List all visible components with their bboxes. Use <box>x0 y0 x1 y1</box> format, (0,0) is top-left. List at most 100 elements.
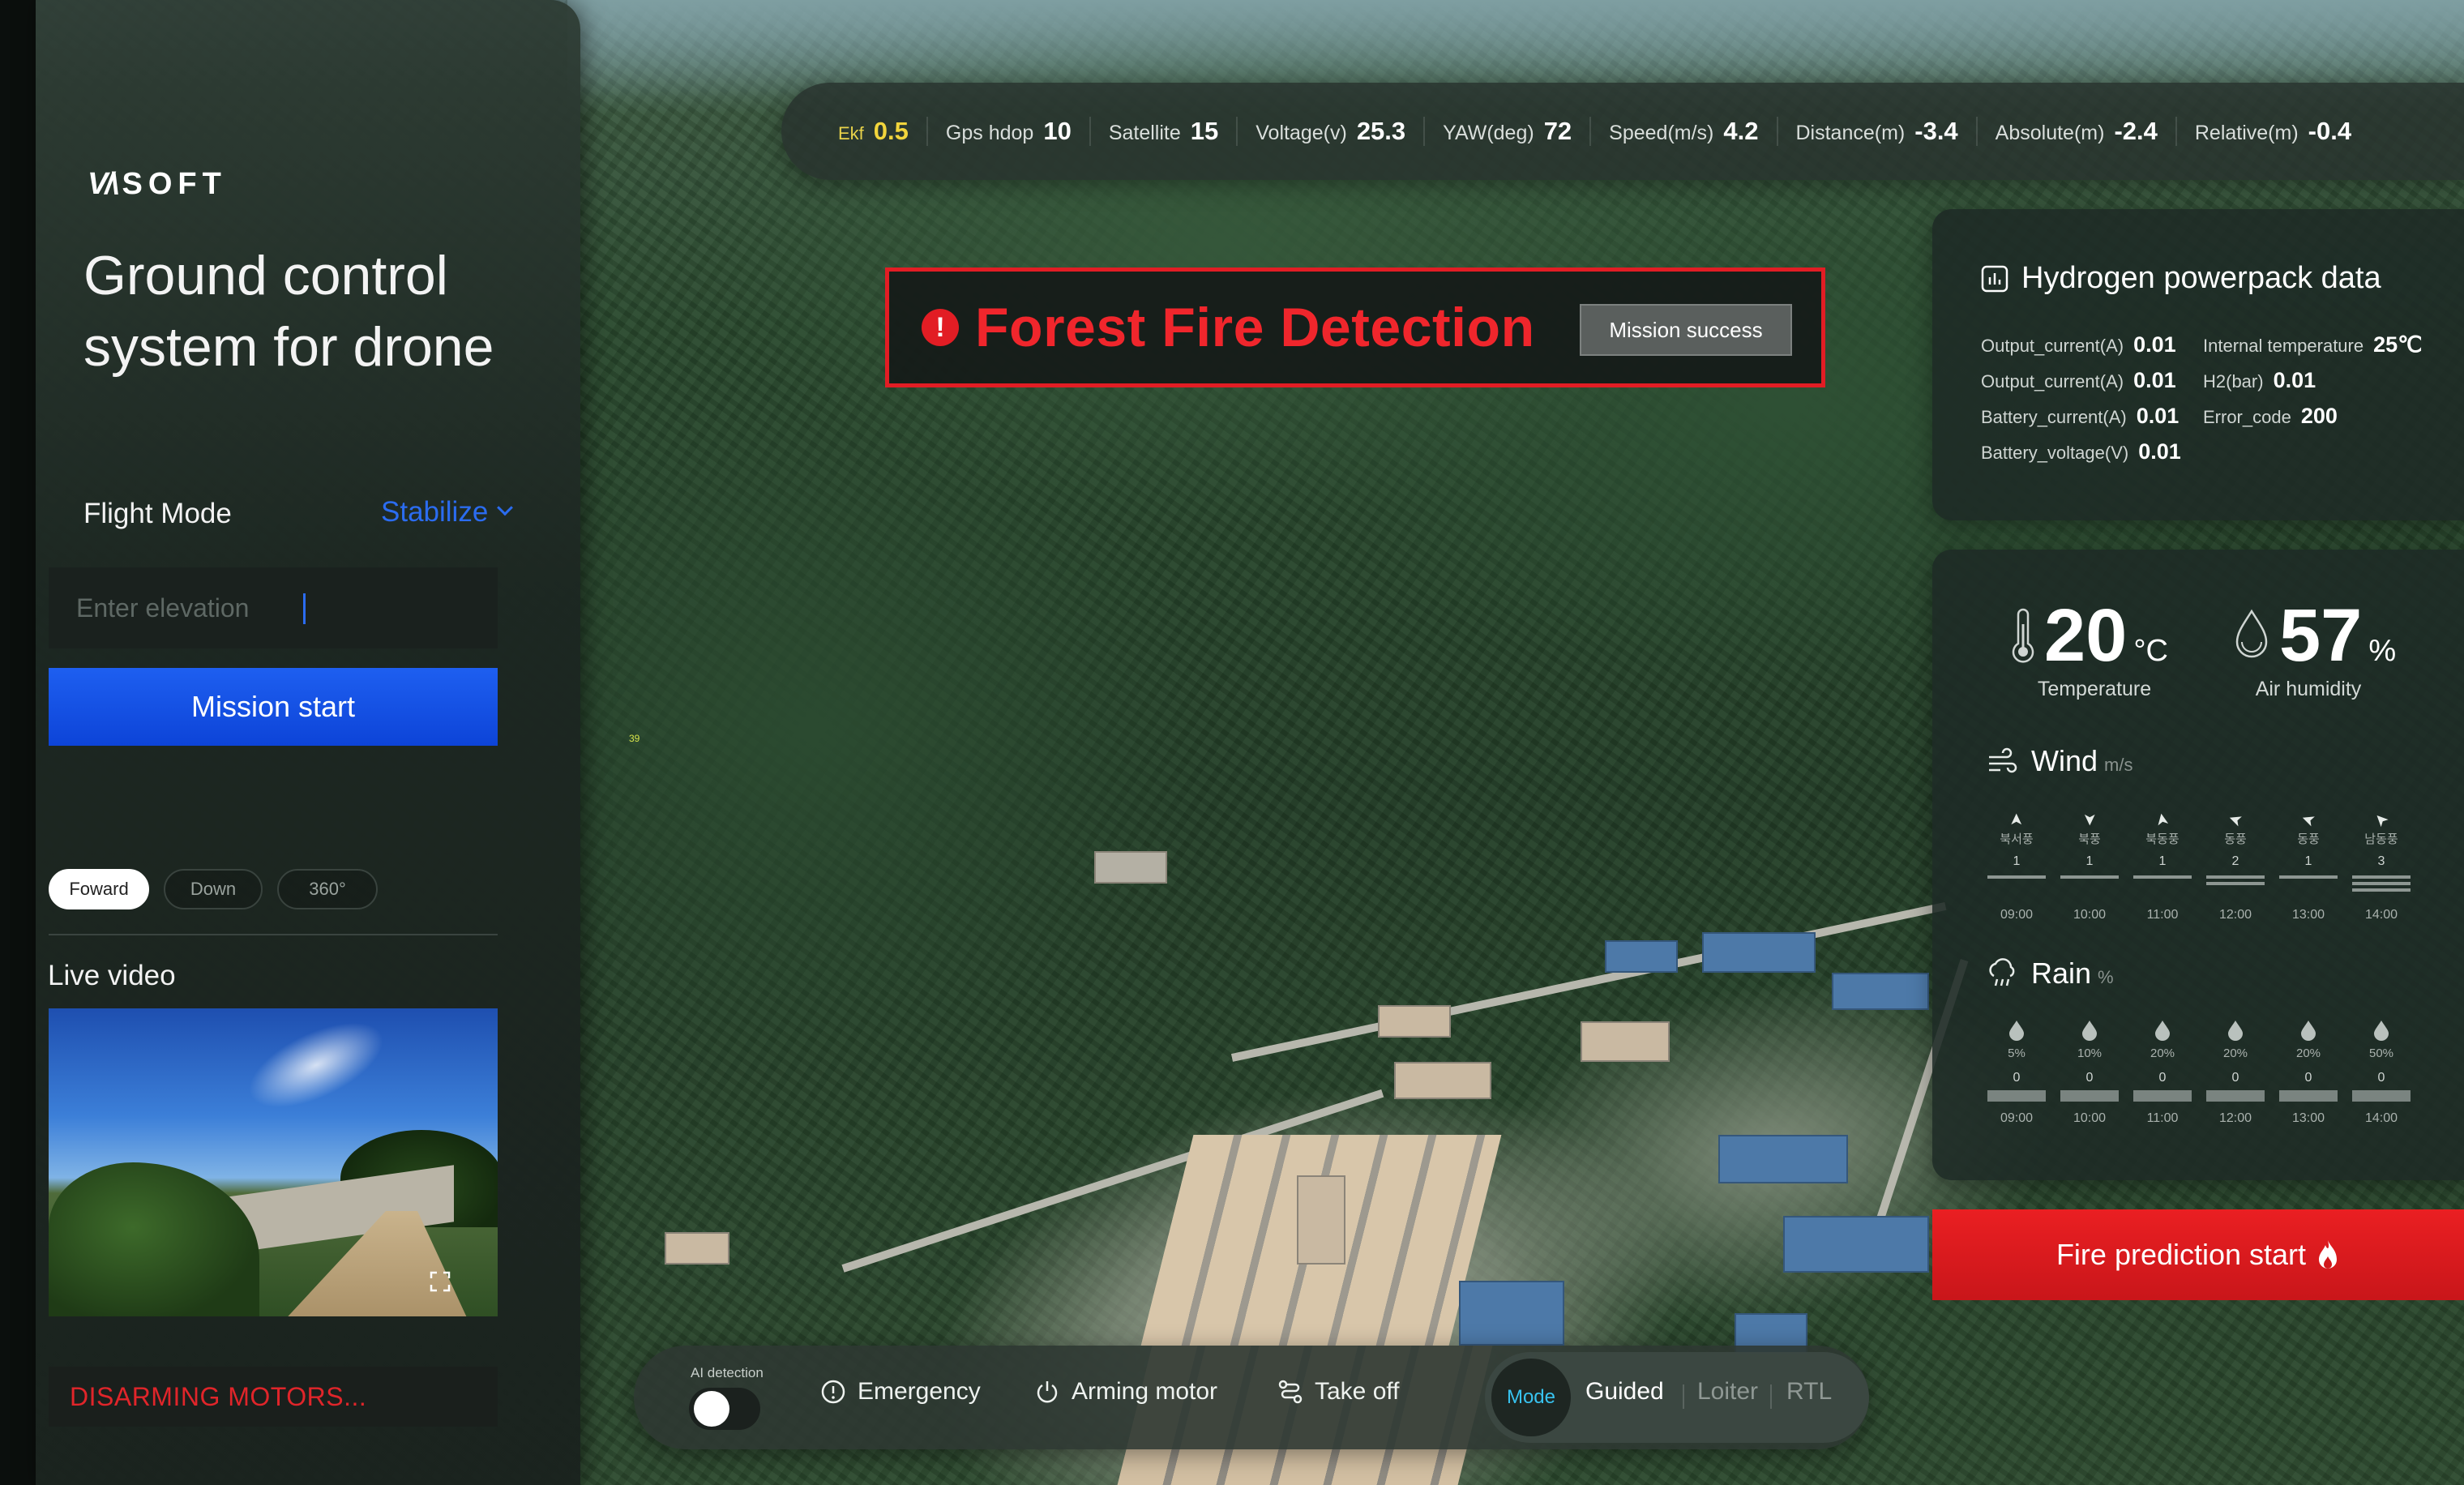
building <box>1297 1175 1345 1265</box>
hydrogen-title-text: Hydrogen powerpack data <box>2021 261 2381 295</box>
hydro-row: Battery_voltage(V) 0.01 <box>1981 439 2181 464</box>
take-off-button[interactable]: Take off <box>1277 1378 1400 1406</box>
wind-forecast-item: ➤ 북서풍 1 09:00 <box>1987 811 2046 922</box>
wind-time: 13:00 <box>2291 908 2325 922</box>
telemetry-value: 25.3 <box>1356 117 1406 145</box>
hydro-value: 0.01 <box>2133 332 2176 357</box>
rain-chance: 20% <box>2150 1046 2175 1060</box>
telemetry-item: Speed(m/s) 4.2 <box>1589 117 1776 146</box>
mode-rtl[interactable]: RTL <box>1786 1378 1832 1406</box>
hydro-label: Output_current(A) <box>1981 336 2124 356</box>
wind-title-text: Wind <box>2031 744 2098 777</box>
route-icon <box>1278 1380 1303 1404</box>
mode-badge: Mode <box>1491 1359 1571 1436</box>
building <box>1783 1216 1929 1273</box>
wind-speed: 2 <box>2231 854 2239 868</box>
hydro-value: 0.01 <box>2133 368 2176 392</box>
tab-camera-foward[interactable]: Foward <box>49 869 149 909</box>
telemetry-item: Relative(m) -0.4 <box>2175 117 2369 146</box>
mission-start-button[interactable]: Mission start <box>49 668 498 746</box>
video-trees <box>49 1162 259 1316</box>
fire-prediction-label: Fire prediction start <box>2055 1238 2307 1271</box>
take-off-label: Take off <box>1315 1378 1400 1405</box>
telemetry-item: Distance(m) -3.4 <box>1776 117 1976 146</box>
tab-camera-down[interactable]: Down <box>164 869 263 909</box>
telemetry-label: Distance(m) <box>1795 122 1906 144</box>
logo-text: SOFT <box>122 167 227 201</box>
ai-detection-label: AI detection <box>691 1365 764 1380</box>
telemetry-label: Speed(m/s) <box>1609 122 1714 144</box>
telemetry-bar: Ekf 0.5 Gps hdop 10 Satellite 15 Voltage(v) 25.… <box>781 83 2464 180</box>
thermometer-icon <box>2012 608 2034 663</box>
flight-mode-label: Flight Mode <box>83 498 232 529</box>
rain-bar <box>2206 1090 2265 1102</box>
humidity-value: 57 % <box>2279 598 2396 673</box>
mode-guided[interactable]: Guided <box>1585 1378 1664 1406</box>
wind-time: 09:00 <box>2000 908 2034 922</box>
raindrop-icon <box>2082 1021 2097 1041</box>
tab-camera-360[interactable]: 360° <box>277 869 378 909</box>
telemetry-label: Gps hdop <box>945 122 1034 144</box>
ai-detection-toggle[interactable] <box>689 1388 760 1430</box>
page-title: Ground control system for drone <box>83 245 494 378</box>
live-video-feed[interactable] <box>49 1008 498 1316</box>
fire-prediction-start-button[interactable]: Fire prediction start <box>1932 1209 2464 1300</box>
mode-separator <box>1683 1384 1684 1409</box>
telemetry-item: YAW(deg) 72 <box>1423 117 1589 146</box>
rain-chance: 20% <box>2222 1046 2248 1060</box>
droplet-icon <box>2235 609 2268 658</box>
rain-time: 09:00 <box>2000 1111 2034 1125</box>
temperature-label: Temperature <box>2037 678 2152 700</box>
rain-amount: 0 <box>2013 1071 2021 1085</box>
rain-chance: 10% <box>2077 1046 2103 1060</box>
raindrop-icon <box>2228 1021 2243 1041</box>
rain-bar <box>1987 1090 2046 1102</box>
wind-time: 14:00 <box>2364 908 2398 922</box>
rain-time: 14:00 <box>2364 1111 2398 1125</box>
flight-control-bar: AI detection Emergency Arming motor Take… <box>634 1346 1869 1449</box>
hydro-label: Battery_voltage(V) <box>1981 443 2129 463</box>
rain-amount: 0 <box>2231 1071 2239 1085</box>
telemetry-label: Relative(m) <box>2194 122 2299 144</box>
raindrop-icon <box>2009 1021 2024 1041</box>
telemetry-value: 15 <box>1190 117 1219 145</box>
alert-icon: ! <box>922 309 959 346</box>
wind-time: 12:00 <box>2218 908 2252 922</box>
building <box>1605 940 1678 973</box>
arming-motor-label: Arming motor <box>1072 1378 1218 1405</box>
control-sidebar: V/\ SOFT Ground control system for drone… <box>36 0 580 1485</box>
hydro-value: 200 <box>2300 404 2338 428</box>
rain-forecast-item: 10% 0 10:00 <box>2060 1020 2119 1126</box>
building <box>1581 1021 1670 1062</box>
telemetry-item: Voltage(v) 25.3 <box>1236 117 1423 146</box>
rain-bar <box>2352 1090 2411 1102</box>
mode-loiter[interactable]: Loiter <box>1697 1378 1758 1406</box>
telemetry-value: 10 <box>1043 117 1072 145</box>
mode-separator <box>1770 1384 1772 1409</box>
motor-status: DISARMING MOTORS... <box>49 1367 498 1427</box>
fullscreen-icon[interactable] <box>430 1271 451 1292</box>
rain-chance: 20% <box>2295 1046 2321 1060</box>
wind-title: Wind m/s <box>2031 744 2132 778</box>
rain-bar <box>2133 1090 2192 1102</box>
temperature-number: 20 <box>2044 594 2128 677</box>
rain-unit: % <box>2098 967 2114 987</box>
telemetry-value: -3.4 <box>1914 117 1958 145</box>
elevation-input[interactable] <box>49 567 498 648</box>
rain-amount: 0 <box>2158 1071 2167 1085</box>
building <box>1702 932 1816 973</box>
wind-speed-bar <box>2352 888 2411 892</box>
rain-forecast-item: 20% 0 12:00 <box>2206 1020 2265 1126</box>
flight-mode-dropdown[interactable]: Stabilize <box>381 496 514 529</box>
arming-motor-button[interactable]: Arming motor <box>1034 1378 1217 1406</box>
chevron-down-icon <box>497 499 514 516</box>
wind-speed: 1 <box>2013 854 2021 868</box>
emergency-button[interactable]: Emergency <box>820 1378 981 1406</box>
mission-success-button[interactable]: Mission success <box>1580 304 1792 356</box>
hydrogen-panel: Hydrogen powerpack data Output_current(A… <box>1932 209 2464 520</box>
rain-time: 12:00 <box>2218 1111 2252 1125</box>
map-marker[interactable]: 39 <box>629 733 640 744</box>
telemetry-value: 72 <box>1543 117 1572 145</box>
hydro-value: 0.01 <box>2273 368 2316 392</box>
wind-icon <box>1989 747 2017 773</box>
